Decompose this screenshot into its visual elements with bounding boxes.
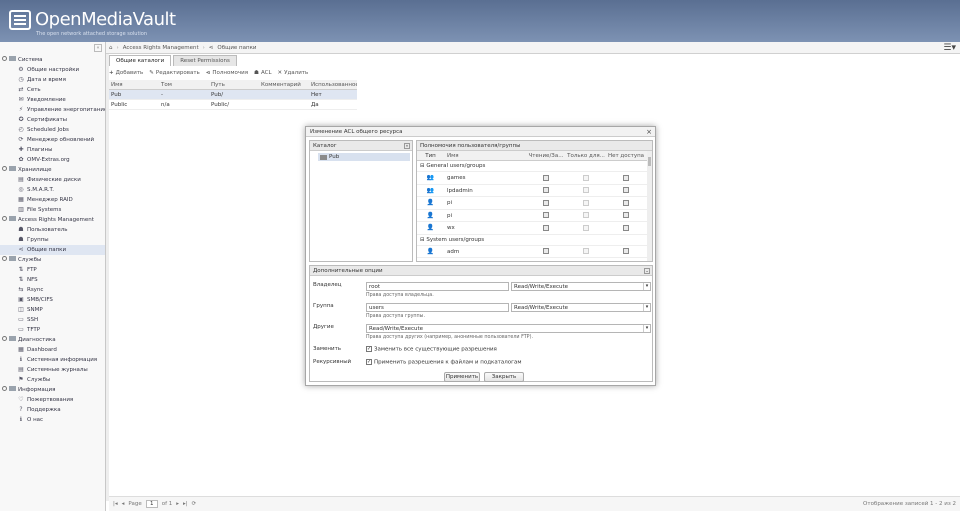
column-header[interactable]: Только для...	[566, 151, 606, 160]
others-permission-select[interactable]: Read/Write/Execute ▾	[366, 324, 651, 333]
read-write-checkbox[interactable]	[543, 212, 549, 218]
read-write-checkbox[interactable]	[543, 174, 549, 181]
no-access-checkbox[interactable]	[623, 199, 629, 206]
options-title: Дополнительные опции	[313, 268, 383, 274]
owner-permission-select[interactable]: Read/Write/Execute ▾	[511, 282, 651, 291]
user-icon: 👤	[426, 224, 435, 231]
chevron-down-icon: ▾	[643, 283, 650, 290]
no-access-checkbox[interactable]	[623, 187, 629, 193]
additional-options: Дополнительные опции ⌄ Владелец root Read…	[309, 265, 653, 382]
permission-row-name: lpdadmin	[447, 187, 473, 194]
no-access-checkbox[interactable]	[623, 212, 629, 218]
directory-panel-title: Каталог	[313, 143, 337, 149]
others-hint: Права доступа других (например, анонимны…	[366, 335, 533, 340]
permission-row[interactable]: 👤 wx	[417, 222, 652, 235]
group-field[interactable]: users	[366, 303, 509, 312]
close-button[interactable]: Закрыть	[484, 372, 524, 382]
directory-node[interactable]: Pub	[318, 153, 410, 161]
collapse-icon[interactable]: «	[404, 143, 410, 149]
replace-label: Заменить	[313, 346, 342, 352]
permission-row-name: wx	[447, 225, 455, 231]
group-permission-select[interactable]: Read/Write/Execute ▾	[511, 303, 651, 312]
owner-hint: Права доступа владельца.	[366, 293, 434, 298]
read-write-checkbox[interactable]	[543, 187, 549, 193]
permission-row[interactable]: 👤 pi	[417, 197, 652, 210]
acl-dialog: Изменение ACL общего ресурса × Каталог « …	[305, 126, 656, 386]
column-header[interactable]: Тип	[417, 151, 444, 160]
column-header[interactable]: Нет доступа	[606, 151, 646, 160]
permissions-panel: Полномочия пользователя/группы Тип Имя Ч…	[416, 140, 653, 262]
collapse-icon[interactable]: ⌄	[644, 268, 650, 274]
user-icon: 👤	[426, 247, 435, 255]
read-only-checkbox[interactable]	[583, 199, 589, 206]
owner-field[interactable]: root	[366, 282, 509, 291]
permissions-list: ⊟ General users/groups 👥 games 👥 lpdadmin 👤 pi…	[417, 161, 652, 258]
recursive-label: Рекурсивный	[313, 359, 352, 365]
permissions-header: Тип Имя Чтение/За... Только для... Нет д…	[417, 151, 652, 161]
replace-checkbox[interactable]: ✓	[366, 346, 372, 352]
read-write-checkbox[interactable]	[543, 199, 549, 206]
replace-text: Заменить все существующие разрешения	[374, 346, 497, 353]
permission-row[interactable]: 👤 pi	[417, 210, 652, 222]
read-only-checkbox[interactable]	[583, 174, 589, 181]
no-access-checkbox[interactable]	[623, 248, 629, 254]
chevron-down-icon: ▾	[643, 325, 650, 332]
read-only-checkbox[interactable]	[583, 248, 589, 254]
permission-group-header[interactable]: ⊟ System users/groups	[417, 235, 652, 246]
column-header[interactable]: Чтение/За...	[526, 151, 566, 160]
recursive-checkbox[interactable]: ✓	[366, 359, 372, 365]
owner-label: Владелец	[313, 282, 342, 288]
no-access-checkbox[interactable]	[623, 174, 629, 181]
no-access-checkbox[interactable]	[623, 224, 629, 231]
read-only-checkbox[interactable]	[583, 187, 589, 193]
user-icon: 👤	[426, 211, 435, 219]
read-write-checkbox[interactable]	[543, 248, 549, 254]
chevron-down-icon: ▾	[643, 304, 650, 311]
read-only-checkbox[interactable]	[583, 224, 589, 231]
permission-row-name: pi	[447, 212, 453, 219]
recursive-text: Применить разрешения к файлам и подкатал…	[374, 359, 522, 366]
permission-group-label: General users/groups	[426, 163, 486, 169]
permission-row-name: games	[447, 175, 466, 181]
read-only-checkbox[interactable]	[583, 212, 589, 218]
group-label: Группа	[313, 303, 334, 309]
apply-button[interactable]: Применить	[444, 372, 480, 382]
scrollbar[interactable]	[647, 151, 652, 261]
folder-icon	[320, 154, 327, 160]
dialog-title: Изменение ACL общего ресурса	[306, 127, 655, 137]
user-icon: 👤	[426, 199, 435, 206]
permission-group-label: System users/groups	[426, 236, 485, 243]
permission-row[interactable]: 👤 adm	[417, 246, 652, 258]
permission-group-header[interactable]: ⊟ General users/groups	[417, 161, 652, 172]
close-icon[interactable]: ×	[646, 128, 652, 136]
user-icon: 👥	[426, 174, 435, 181]
permission-row[interactable]: 👥 lpdadmin	[417, 185, 652, 197]
read-write-checkbox[interactable]	[543, 224, 549, 231]
permission-row-name: pi	[447, 200, 453, 206]
user-icon: 👥	[426, 186, 435, 194]
group-hint: Права доступа группы.	[366, 314, 425, 319]
permissions-panel-title: Полномочия пользователя/группы	[420, 143, 521, 149]
others-label: Другие	[313, 324, 334, 330]
column-header[interactable]: Имя	[444, 151, 526, 160]
directory-panel: Каталог « Pub	[309, 140, 413, 262]
permission-row[interactable]: 👥 games	[417, 172, 652, 185]
permission-row-name: adm	[447, 248, 460, 255]
